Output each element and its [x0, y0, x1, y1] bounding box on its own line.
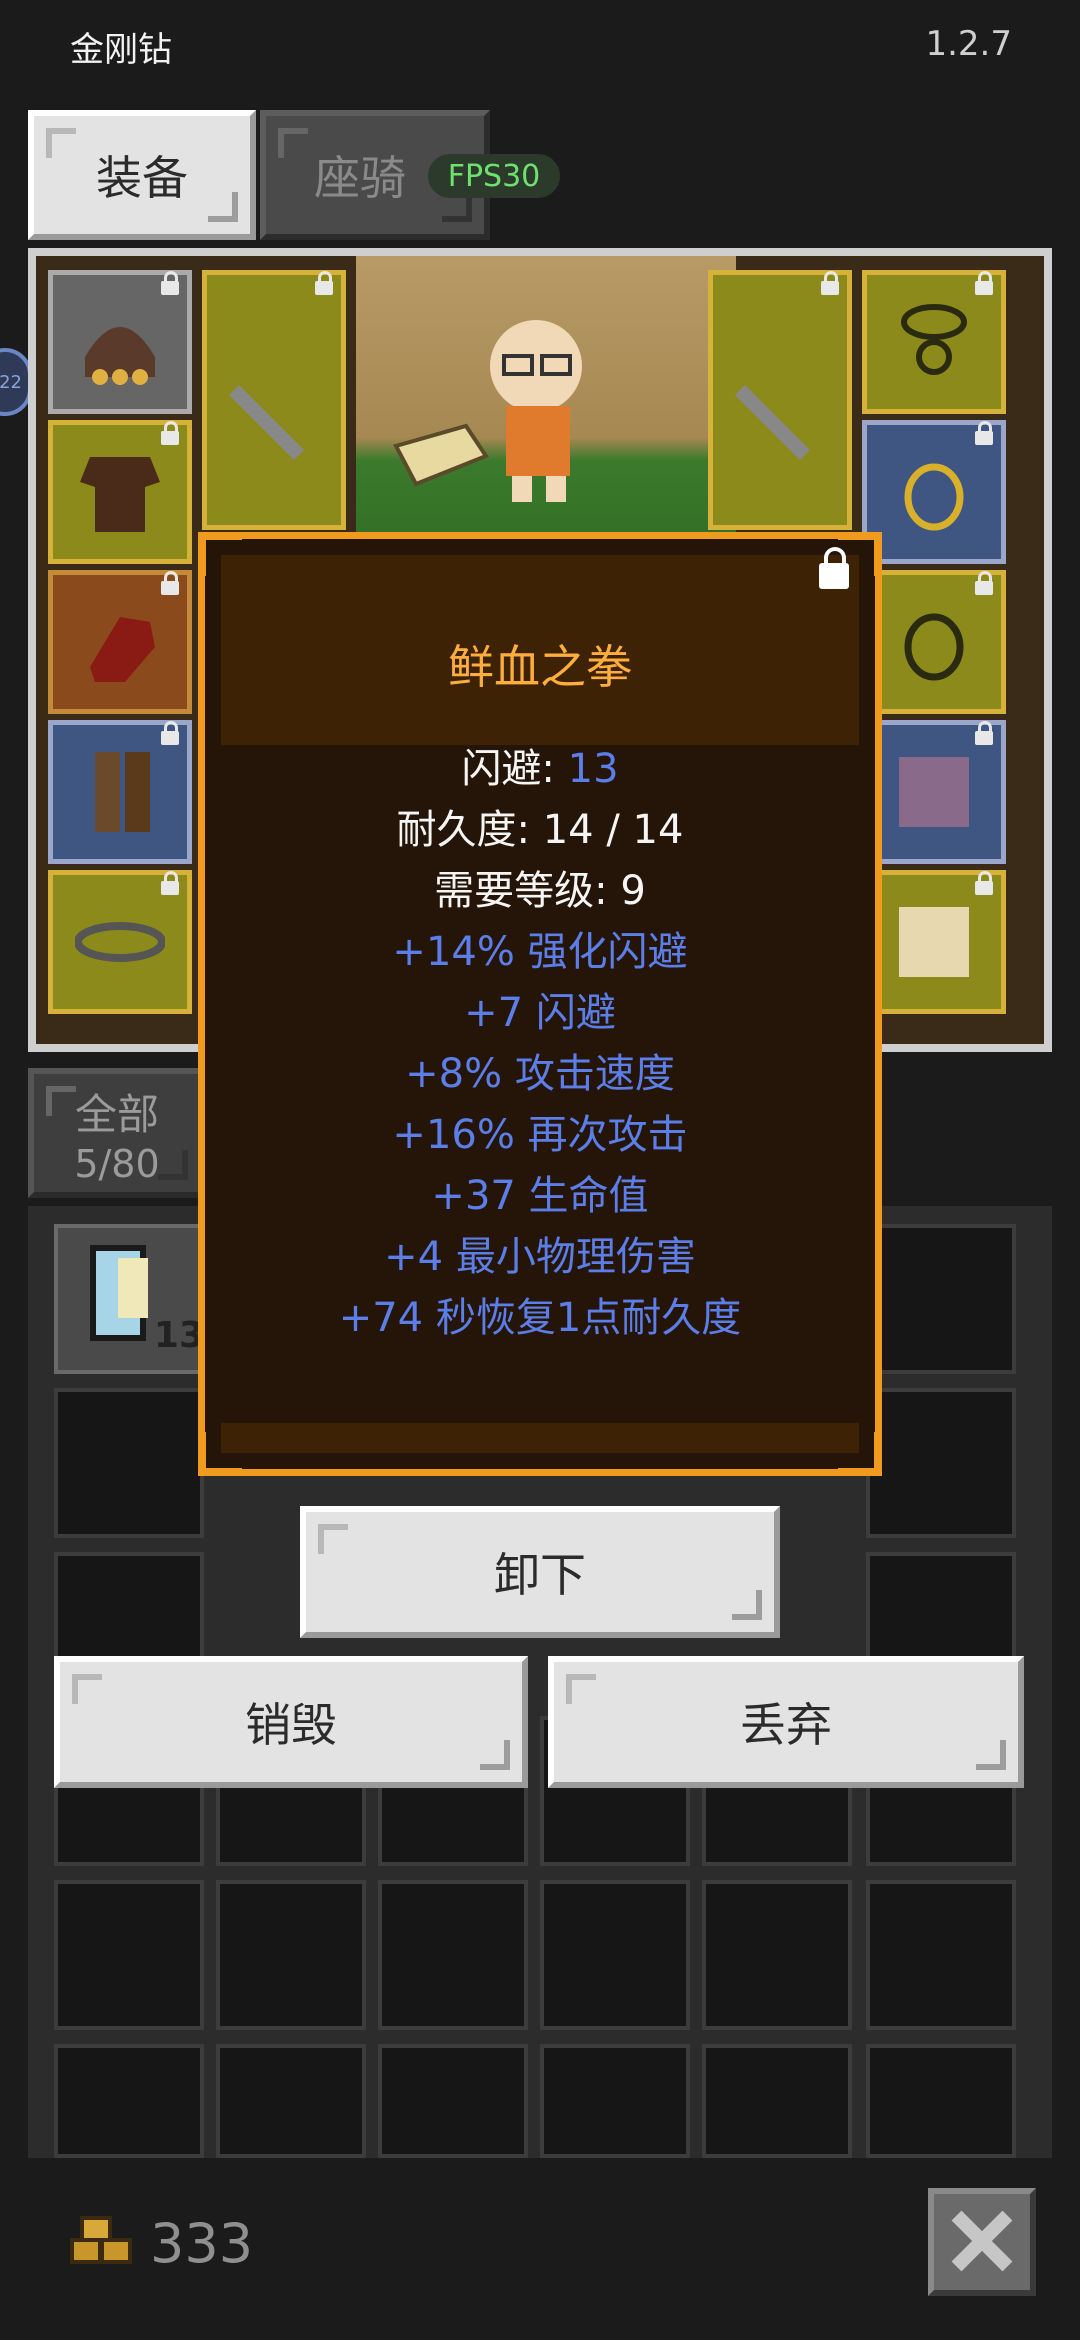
inventory-slot[interactable] [216, 2044, 366, 2158]
inventory-slot[interactable] [540, 2044, 690, 2158]
inventory-slot[interactable] [216, 1880, 366, 2030]
item-stats: 闪避: 13 耐久度: 14 / 14 需要等级: 9 +14% 强化闪避 +7… [205, 739, 875, 1349]
companion-portrait-icon [899, 907, 969, 977]
lock-icon [975, 721, 993, 745]
tab-mount-label: 座骑 [314, 151, 406, 205]
equip-slot-armor[interactable] [48, 420, 192, 564]
tab-all-label: 全部 [74, 1089, 159, 1139]
lock-icon [821, 271, 839, 295]
lock-icon [161, 721, 179, 745]
discard-label: 丢弃 [740, 1698, 832, 1752]
close-icon[interactable] [928, 2188, 1036, 2296]
armor-icon [80, 457, 160, 532]
inventory-slot[interactable] [866, 1880, 1016, 2030]
discard-button[interactable]: 丢弃 [548, 1656, 1024, 1788]
equip-slot-boots[interactable] [48, 720, 192, 864]
equip-slot-ring-2[interactable] [862, 570, 1006, 714]
destroy-button[interactable]: 销毁 [54, 1656, 528, 1788]
corner-ornament [201, 535, 242, 576]
affix: +37 生命值 [431, 1173, 649, 1219]
stat-dodge: 闪避: 13 [205, 739, 875, 800]
equip-slot-main-hand[interactable] [202, 270, 346, 530]
lock-icon [975, 871, 993, 895]
lock-icon [161, 871, 179, 895]
inventory-slot[interactable] [54, 1388, 204, 1538]
item-stack-count: 13 [153, 1315, 204, 1356]
equip-slot-ring-1[interactable] [862, 420, 1006, 564]
gold-coins-icon [70, 2216, 132, 2264]
lock-icon [975, 271, 993, 295]
equip-slot-amulet[interactable] [862, 270, 1006, 414]
inventory-slot[interactable] [702, 2044, 852, 2158]
equip-slot-gloves[interactable] [48, 570, 192, 714]
unequip-button[interactable]: 卸下 [300, 1506, 780, 1638]
lock-icon [161, 571, 179, 595]
tab-equipment[interactable]: 装备 [28, 110, 256, 240]
pet-portrait-icon [899, 757, 969, 827]
affix: +7 闪避 [464, 990, 616, 1036]
gold-amount: 333 [150, 2212, 254, 2275]
item-name: 鲜血之拳 [448, 640, 632, 694]
sword-icon [735, 385, 810, 460]
belt-icon [75, 922, 165, 962]
inventory-slot[interactable] [54, 2044, 204, 2158]
corner-ornament [838, 535, 879, 576]
inventory-slot[interactable] [866, 2044, 1016, 2158]
stat-dodge-value: 13 [567, 746, 619, 792]
destroy-label: 销毁 [245, 1698, 337, 1752]
item-tooltip: 鲜血之拳 闪避: 13 耐久度: 14 / 14 需要等级: 9 +14% 强化… [198, 532, 882, 1476]
inventory-slot[interactable] [378, 2044, 528, 2158]
stat-required-level: 需要等级: 9 [434, 868, 646, 914]
tab-inventory-all[interactable]: 全部 5/80 [28, 1068, 206, 1198]
tooltip-header: 鲜血之拳 [221, 555, 859, 745]
inventory-slot[interactable] [378, 1880, 528, 2030]
lock-icon [975, 571, 993, 595]
glove-icon [90, 617, 155, 682]
inventory-slot[interactable] [54, 1880, 204, 2030]
equip-slot-off-hand[interactable] [708, 270, 852, 530]
version-label: 1.2.7 [925, 24, 1012, 64]
inventory-slot[interactable] [702, 1880, 852, 2030]
inventory-slot[interactable] [540, 1880, 690, 2030]
unequip-label: 卸下 [494, 1548, 586, 1602]
inventory-capacity: 5/80 [74, 1141, 160, 1186]
equip-slot-companion[interactable] [862, 870, 1006, 1014]
inventory-slot-1[interactable]: 13 [54, 1224, 204, 1374]
ring-icon [904, 463, 964, 531]
amulet-icon [901, 304, 967, 375]
tooltip-footer [221, 1423, 859, 1453]
status-title: 金刚钻 [70, 30, 172, 70]
affix: +74 秒恢复1点耐久度 [338, 1295, 742, 1341]
lock-icon [315, 271, 333, 295]
inventory-slot[interactable] [866, 1224, 1016, 1374]
lock-icon [161, 421, 179, 445]
affix: +4 最小物理伤害 [384, 1234, 696, 1280]
affix: +14% 强化闪避 [392, 929, 688, 975]
equip-slot-helmet[interactable] [48, 270, 192, 414]
inventory-slot[interactable] [866, 1388, 1016, 1538]
affix: +8% 攻击速度 [405, 1051, 675, 1097]
boots-icon [95, 752, 150, 832]
lock-icon [975, 421, 993, 445]
sword-icon [229, 385, 304, 460]
ring-icon [904, 613, 964, 681]
equip-slot-belt[interactable] [48, 870, 192, 1014]
tab-equipment-label: 装备 [96, 151, 188, 205]
equip-slot-pet[interactable] [862, 720, 1006, 864]
lock-icon [161, 271, 179, 295]
stat-durability: 耐久度: 14 / 14 [396, 807, 684, 853]
affix: +16% 再次攻击 [392, 1112, 688, 1158]
stat-dodge-label: 闪避: [461, 746, 555, 792]
helmet-icon [85, 327, 155, 385]
fps-counter: FPS30 [428, 154, 560, 198]
